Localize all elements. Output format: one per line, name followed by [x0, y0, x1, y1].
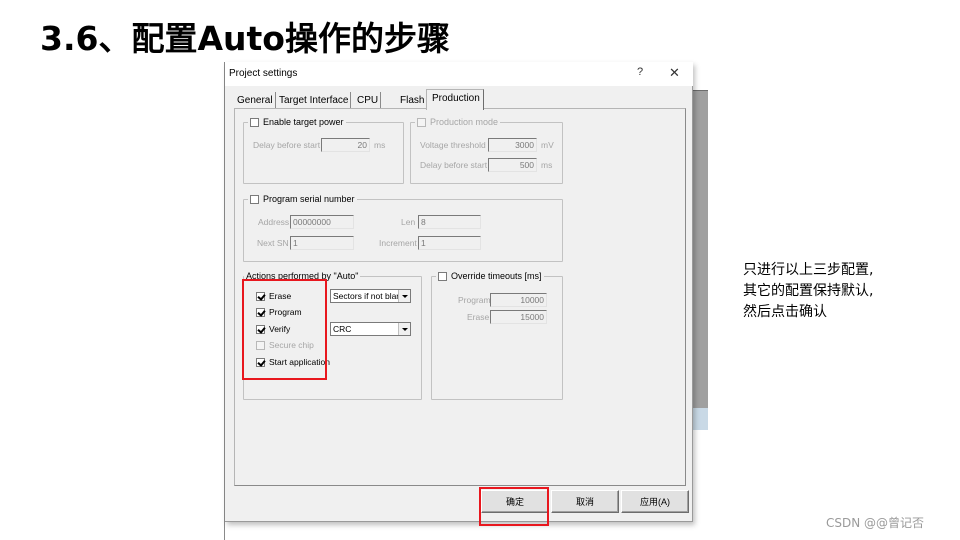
erase-label: Erase — [269, 291, 292, 301]
secure-chip-option[interactable]: Secure chip — [256, 340, 314, 350]
voltage-threshold-label: Voltage threshold — [420, 140, 486, 150]
start-application-checkbox[interactable] — [256, 357, 265, 367]
next-sn-field[interactable]: 1 — [290, 236, 354, 250]
len-label: Len — [401, 217, 416, 227]
start-application-label: Start application — [269, 357, 330, 367]
serial-number-group: Program serial number Address 00000000 L… — [243, 194, 563, 262]
enable-target-power-checkbox[interactable] — [250, 117, 259, 127]
voltage-threshold-unit: mV — [541, 140, 554, 150]
dialog-titlebar: Project settings ? ✕ — [225, 62, 693, 86]
production-mode-label: Production mode — [430, 117, 499, 127]
enable-target-power-label: Enable target power — [263, 117, 344, 127]
verify-option[interactable]: Verify — [256, 324, 290, 334]
verify-mode-value: CRC — [333, 324, 352, 334]
auto-actions-legend: Actions performed by "Auto" — [244, 271, 361, 281]
production-delay-unit: ms — [541, 160, 553, 170]
production-mode-checkbox[interactable] — [417, 117, 426, 127]
program-timeout-label: Program — [458, 295, 491, 305]
tab-cpu[interactable]: CPU — [355, 92, 382, 109]
secure-chip-label: Secure chip — [269, 340, 314, 350]
erase-timeout-label: Erase — [467, 312, 490, 322]
len-field[interactable]: 8 — [418, 215, 481, 229]
note-line-1: 只进行以上三步配置, — [743, 262, 874, 278]
background-window-strip — [693, 408, 708, 430]
voltage-threshold-field[interactable]: 3000 — [488, 138, 537, 152]
increment-field[interactable]: 1 — [418, 236, 481, 250]
tab-flash[interactable]: Flash — [390, 92, 428, 109]
erase-checkbox[interactable] — [256, 291, 265, 301]
erase-mode-value: Sectors if not blan — [333, 291, 402, 301]
auto-actions-label: Actions performed by "Auto" — [246, 271, 359, 281]
production-delay-field[interactable]: 500 — [488, 158, 537, 172]
address-field[interactable]: 00000000 — [290, 215, 354, 229]
note-line-2: 其它的配置保持默认, — [743, 283, 874, 299]
chevron-down-icon[interactable] — [398, 290, 410, 302]
program-serial-number-checkbox[interactable] — [250, 194, 259, 204]
verify-checkbox[interactable] — [256, 324, 265, 334]
verify-label: Verify — [269, 324, 291, 334]
increment-label: Increment — [379, 238, 417, 248]
override-timeouts-group: Override timeouts [ms] Program 10000 Era… — [431, 271, 563, 400]
production-mode-group: Production mode Voltage threshold 3000 m… — [410, 117, 563, 184]
target-power-delay-field[interactable]: 20 — [321, 138, 370, 152]
erase-timeout-field[interactable]: 15000 — [490, 310, 547, 324]
override-timeouts-legend: Override timeouts [ms] — [436, 271, 544, 281]
erase-option[interactable]: Erase — [256, 291, 291, 301]
dialog-title: Project settings — [229, 68, 298, 79]
override-timeouts-label: Override timeouts [ms] — [451, 271, 542, 281]
serial-number-legend: Program serial number — [248, 194, 357, 204]
note-line-3: 然后点击确认 — [743, 304, 827, 320]
program-checkbox[interactable] — [256, 307, 265, 317]
program-timeout-field[interactable]: 10000 — [490, 293, 547, 307]
program-option[interactable]: Program — [256, 307, 302, 317]
start-application-option[interactable]: Start application — [256, 357, 330, 367]
override-timeouts-checkbox[interactable] — [438, 271, 447, 281]
project-settings-dialog: Project settings ? ✕ General Target Inte… — [225, 62, 693, 522]
secure-chip-checkbox[interactable] — [256, 340, 265, 350]
next-sn-label: Next SN — [257, 238, 289, 248]
erase-mode-select[interactable]: Sectors if not blan — [330, 289, 411, 303]
verify-mode-select[interactable]: CRC — [330, 322, 411, 336]
tab-general[interactable]: General — [235, 92, 276, 109]
address-label: Address — [258, 217, 290, 227]
ok-button[interactable]: 确定 — [481, 490, 549, 513]
tab-production[interactable]: Production — [426, 89, 484, 110]
program-label: Program — [269, 307, 302, 317]
instruction-note: 只进行以上三步配置, 其它的配置保持默认, 然后点击确认 — [743, 260, 873, 323]
program-serial-number-label: Program serial number — [263, 194, 355, 204]
close-icon[interactable]: ✕ — [669, 65, 680, 81]
apply-button[interactable]: 应用(A) — [621, 490, 689, 513]
production-delay-label: Delay before start — [420, 160, 488, 170]
target-power-legend: Enable target power — [248, 117, 346, 127]
slide-title: 3.6、配置Auto操作的步骤 — [40, 19, 450, 58]
watermark: CSDN @@曾记否 — [826, 516, 925, 530]
target-power-delay-unit: ms — [374, 140, 386, 150]
background-window — [693, 90, 708, 408]
auto-actions-group: Actions performed by "Auto" Erase Progra… — [243, 271, 422, 400]
target-power-group: Enable target power Delay before start 2… — [243, 117, 404, 184]
help-icon[interactable]: ? — [637, 66, 643, 78]
tab-target-interface[interactable]: Target Interface — [277, 92, 352, 109]
cancel-button[interactable]: 取消 — [551, 490, 619, 513]
chevron-down-icon[interactable] — [398, 323, 410, 335]
delay-before-start-label: Delay before start — [253, 140, 321, 150]
production-mode-legend: Production mode — [415, 117, 501, 127]
production-tab-panel: Enable target power Delay before start 2… — [234, 108, 686, 486]
